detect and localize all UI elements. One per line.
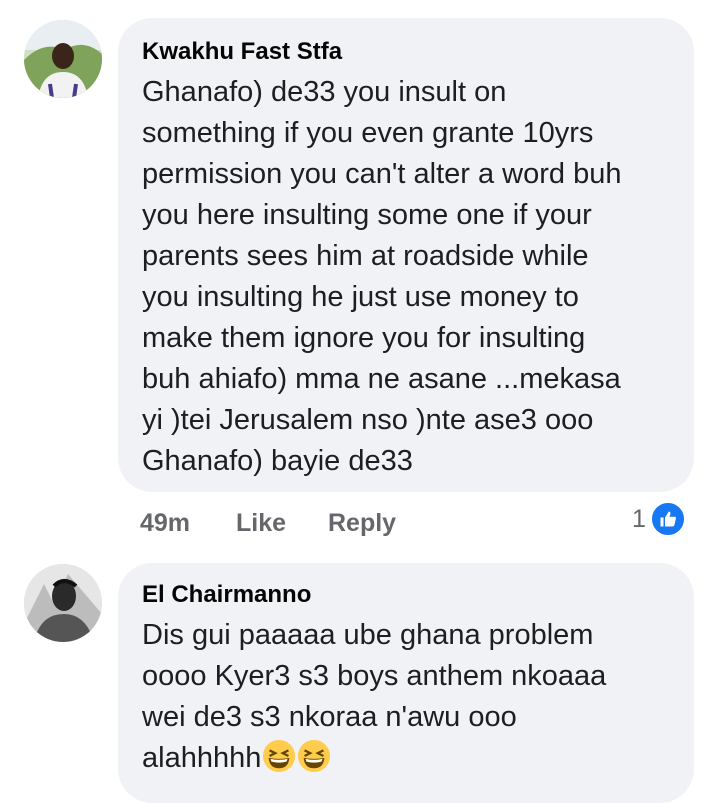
comment-author[interactable]: El Chairmanno <box>142 581 670 609</box>
comment-bubble: Kwakhu Fast Stfa Ghanafo) de33 you insul… <box>118 18 694 492</box>
comment-timestamp[interactable]: 49m <box>140 509 236 538</box>
comment-text: Ghanafo) de33 you insult on something if… <box>142 76 622 477</box>
comment-author[interactable]: Kwakhu Fast Stfa <box>142 38 670 66</box>
grinning-squinting-face-icon <box>298 739 331 773</box>
reaction-summary[interactable]: 1 <box>632 501 686 537</box>
comment-text-wrapper: Dis gui paaaaa ube ghana problem oooo Ky… <box>142 615 670 779</box>
grinning-squinting-face-icon <box>263 739 296 773</box>
like-button[interactable]: Like <box>236 509 328 538</box>
comment-bubble: El Chairmanno Dis gui paaaaa ube ghana p… <box>118 563 694 803</box>
comment-actions: 49m Like Reply <box>140 506 396 540</box>
like-icon <box>649 501 686 537</box>
avatar[interactable] <box>24 564 102 642</box>
comment-text: Dis gui paaaaa ube ghana problem oooo Ky… <box>142 619 607 774</box>
reaction-count: 1 <box>632 504 646 533</box>
avatar[interactable] <box>24 20 102 98</box>
reply-button[interactable]: Reply <box>328 509 396 538</box>
